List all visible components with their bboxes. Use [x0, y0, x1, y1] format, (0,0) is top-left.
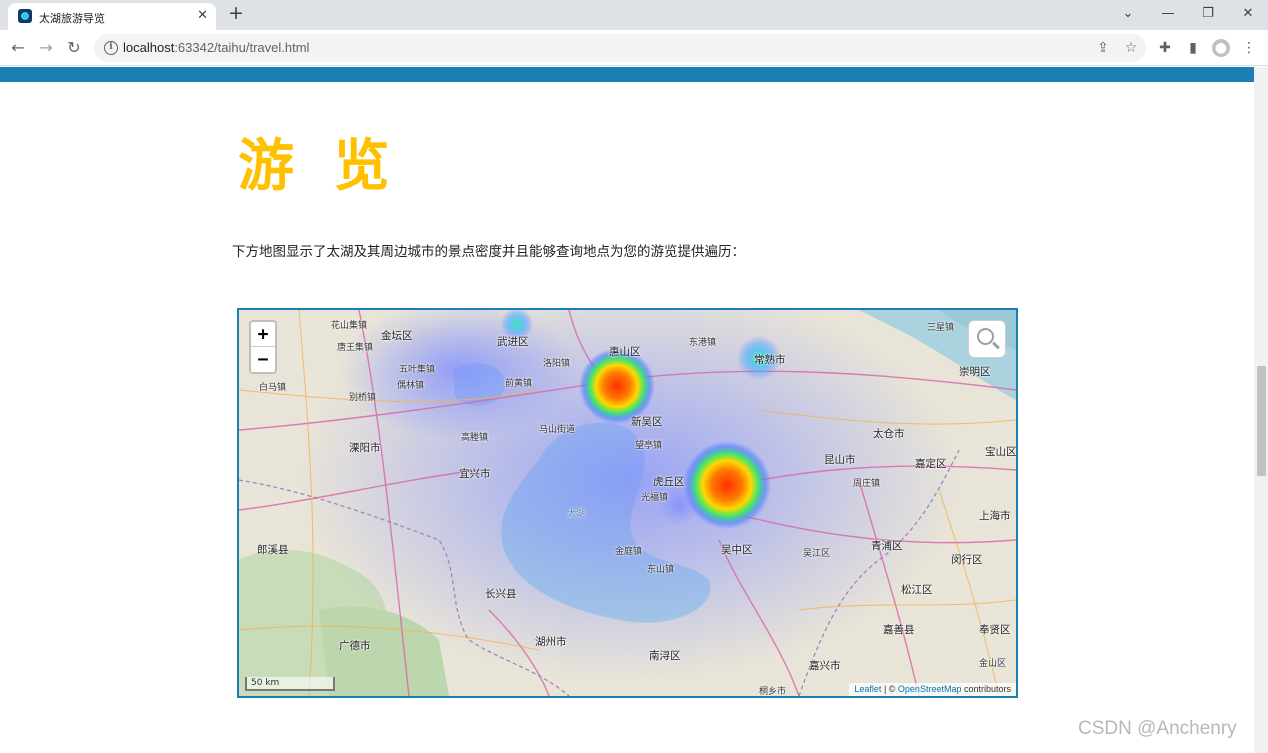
- map-place-label: 周庄镇: [853, 479, 881, 489]
- map-place-label: 宜兴市: [459, 468, 491, 480]
- map-place-label: 溧阳市: [349, 442, 381, 454]
- map-place-label: 高塍镇: [461, 433, 489, 443]
- map-place-label: 望亭镇: [635, 441, 663, 451]
- map-place-label: 东港镇: [689, 338, 717, 348]
- map-place-label: 闵行区: [951, 554, 983, 566]
- browser-toolbar: ← → ↻ i localhost:63342/taihu/travel.htm…: [0, 30, 1268, 66]
- zoom-control: + −: [249, 320, 277, 374]
- back-arrow-icon[interactable]: ←: [6, 36, 30, 60]
- watermark: CSDN @Anchenry: [1078, 718, 1237, 739]
- map-scale-bar: 50 km: [245, 677, 335, 691]
- lake-label: 太湖: [567, 509, 586, 519]
- site-header-bar: [0, 67, 1254, 82]
- address-bar[interactable]: i localhost:63342/taihu/travel.html ⇪ ☆: [94, 34, 1146, 62]
- openstreetmap-link[interactable]: OpenStreetMap: [898, 684, 962, 694]
- bookmark-star-icon[interactable]: ☆: [1122, 39, 1140, 57]
- map-place-label: 金庭镇: [615, 547, 643, 557]
- url-text: localhost:63342/taihu/travel.html: [123, 40, 310, 55]
- map-place-label: 金山区: [979, 659, 1007, 669]
- zoom-out-button[interactable]: −: [251, 347, 275, 372]
- map-place-label: 湖州市: [535, 636, 567, 648]
- share-icon[interactable]: ⇪: [1094, 39, 1112, 57]
- map-place-label: 武进区: [497, 336, 529, 348]
- map-place-label: 长兴县: [485, 588, 517, 600]
- map-place-label: 昆山市: [824, 454, 856, 466]
- browser-tab[interactable]: 太湖旅游导览 ✕: [8, 3, 216, 30]
- map-place-label: 马山街道: [539, 425, 576, 435]
- scrollbar-thumb[interactable]: [1257, 366, 1266, 476]
- map-place-label: 嘉善县: [883, 624, 915, 636]
- map-place-label: 吴中区: [721, 544, 753, 556]
- map-place-label: 东山镇: [647, 565, 675, 575]
- intro-text: 下方地图显示了太湖及其周边城市的景点密度并且能够查询地点为您的游览提供遍历：: [232, 244, 745, 260]
- page-scrollbar[interactable]: [1254, 67, 1268, 753]
- side-panel-icon[interactable]: ▮: [1184, 39, 1202, 57]
- map-place-label: 新吴区: [631, 416, 663, 428]
- map-place-label: 惠山区: [609, 346, 641, 358]
- map-place-label: 白马镇: [259, 383, 287, 393]
- profile-avatar-icon[interactable]: ●: [1212, 39, 1230, 57]
- forward-arrow-icon[interactable]: →: [34, 36, 58, 60]
- map-place-label: 奉贤区: [979, 624, 1011, 636]
- map-place-label: 宝山区: [985, 446, 1017, 458]
- map-place-label: 偶林镇: [397, 381, 425, 391]
- map-place-label: 花山集镇: [331, 321, 368, 331]
- zoom-in-button[interactable]: +: [251, 322, 275, 347]
- map-place-label: 郎溪县: [257, 544, 289, 556]
- map-place-label: 虎丘区: [653, 476, 685, 488]
- reload-icon[interactable]: ↻: [62, 36, 86, 60]
- page-title: 游 览: [238, 133, 400, 199]
- extensions-puzzle-icon[interactable]: ✚: [1156, 39, 1174, 57]
- plus-icon[interactable]: +: [226, 4, 246, 24]
- browser-tab-strip: 太湖旅游导览 ✕ + ⌄ — ❐ ✕: [0, 0, 1268, 30]
- map-place-label: 光福镇: [641, 493, 669, 503]
- map-place-label: 嘉定区: [915, 458, 947, 470]
- map-place-label: 唐王集镇: [337, 343, 374, 353]
- map-place-label: 前黄镇: [505, 379, 533, 389]
- map-search-button[interactable]: [968, 320, 1006, 358]
- map-place-label: 别桥镇: [349, 393, 377, 403]
- map-place-label: 五叶集镇: [399, 365, 436, 375]
- map-place-label: 三星镇: [927, 323, 955, 333]
- map-place-label: 洛阳镇: [543, 359, 571, 369]
- minimize-icon[interactable]: —: [1156, 3, 1180, 25]
- map-attribution: Leaflet | © OpenStreetMap contributors: [849, 683, 1016, 696]
- heatmap-map[interactable]: 花山集镇 金坛区 武进区 惠山区 常熟市 唐王集镇 五叶集镇 前黄镇 洛阳镇 东…: [237, 308, 1018, 698]
- close-window-icon[interactable]: ✕: [1236, 3, 1260, 25]
- map-place-label: 常熟市: [754, 354, 786, 366]
- site-info-icon[interactable]: i: [104, 41, 118, 55]
- map-place-label: 松江区: [901, 584, 933, 596]
- map-place-label: 金坛区: [381, 330, 413, 342]
- map-place-label: 桐乡市: [759, 687, 787, 697]
- close-tab-icon[interactable]: ✕: [197, 8, 208, 24]
- map-place-label: 青浦区: [871, 540, 903, 552]
- tab-title: 太湖旅游导览: [39, 12, 105, 25]
- menu-kebab-icon[interactable]: ⋮: [1240, 39, 1258, 57]
- site-favicon-icon: [18, 9, 32, 23]
- tab-search-chevron-icon[interactable]: ⌄: [1116, 3, 1140, 25]
- map-place-label: 崇明区: [959, 366, 991, 378]
- map-place-label: 南浔区: [649, 650, 681, 662]
- map-place-label: 太仓市: [873, 428, 905, 440]
- map-place-label: 广德市: [339, 640, 371, 652]
- leaflet-link[interactable]: Leaflet: [854, 684, 881, 694]
- restore-icon[interactable]: ❐: [1196, 3, 1220, 25]
- map-place-label: 嘉兴市: [809, 660, 841, 672]
- map-place-label: 上海市: [979, 510, 1011, 522]
- map-place-label: 吴江区: [803, 549, 831, 559]
